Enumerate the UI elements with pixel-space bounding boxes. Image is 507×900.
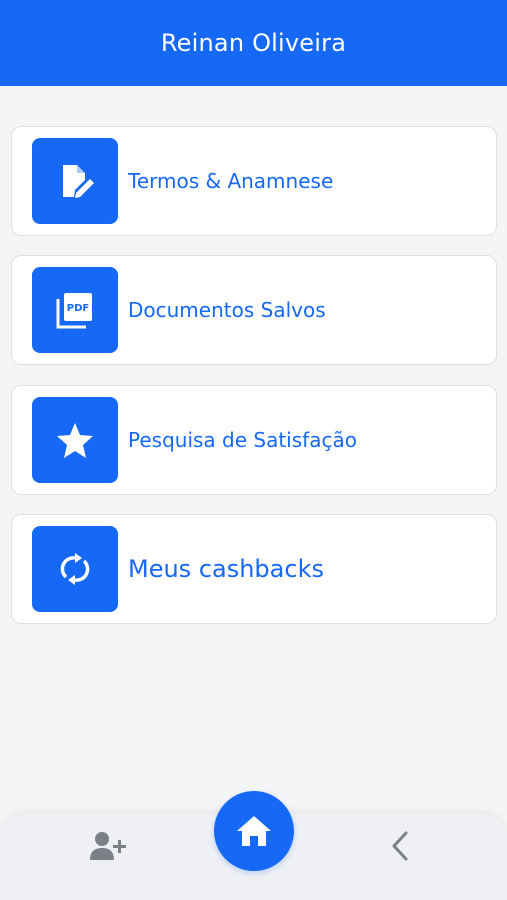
edit-document-icon: [32, 138, 118, 224]
add-user-icon: [90, 832, 126, 860]
menu-item-terms-anamnesis[interactable]: Termos & Anamnese: [11, 126, 497, 236]
refresh-cycle-icon: [32, 526, 118, 612]
page-title: Reinan Oliveira: [160, 29, 347, 57]
svg-text:PDF: PDF: [67, 303, 89, 314]
star-icon: [32, 397, 118, 483]
app-header: Reinan Oliveira: [0, 0, 507, 86]
menu-item-label: Documentos Salvos: [128, 298, 326, 322]
menu-item-satisfaction-survey[interactable]: Pesquisa de Satisfação: [11, 385, 497, 495]
menu-item-saved-documents[interactable]: PDF Documentos Salvos: [11, 255, 497, 365]
back-button[interactable]: [380, 828, 420, 864]
home-button[interactable]: [214, 791, 294, 871]
menu-item-label: Pesquisa de Satisfação: [128, 428, 357, 452]
add-user-button[interactable]: [86, 828, 130, 864]
menu-item-my-cashbacks[interactable]: Meus cashbacks: [11, 514, 497, 624]
chevron-left-icon: [392, 831, 408, 861]
menu-item-label: Meus cashbacks: [128, 555, 324, 583]
menu-item-label: Termos & Anamnese: [128, 169, 334, 193]
pdf-files-icon: PDF: [32, 267, 118, 353]
home-icon: [237, 816, 271, 846]
